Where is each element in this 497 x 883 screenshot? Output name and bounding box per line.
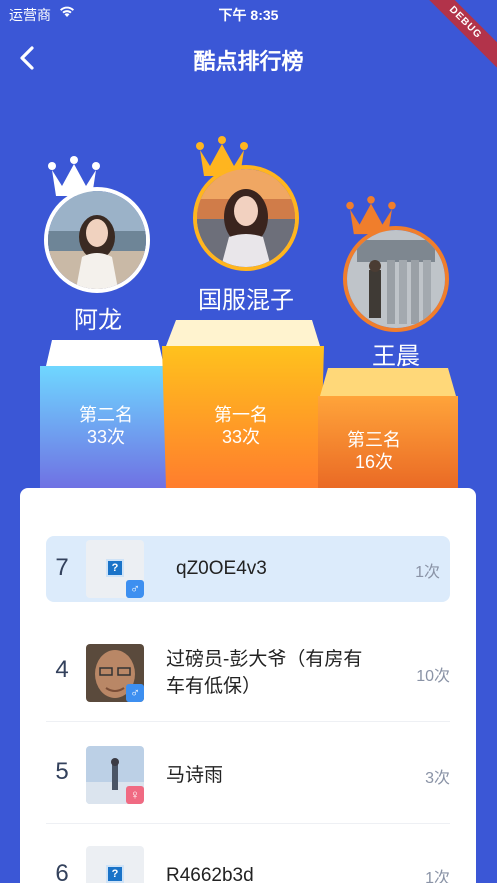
ranking-list-card: 7 ? ♂ qZ0OE4v3 1次 4 ♂ 过磅员-彭大爷（有房有 车有低保） … — [20, 488, 476, 883]
divider — [46, 823, 450, 824]
third-place-label: 第三名 16次 — [328, 429, 420, 473]
click-count: 3次 — [425, 770, 450, 787]
female-icon: ♀ — [126, 786, 144, 804]
male-icon: ♂ — [126, 684, 144, 702]
click-count: 1次 — [415, 564, 440, 581]
list-item[interactable]: 4 ♂ 过磅员-彭大爷（有房有 车有低保） 10次 — [46, 622, 450, 722]
click-count: 10次 — [416, 668, 450, 685]
first-place-avatar[interactable] — [193, 165, 299, 271]
second-place-name: 阿龙 — [74, 307, 122, 334]
third-place-rank-text: 第三名 — [347, 430, 401, 450]
click-count: 1次 — [425, 870, 450, 883]
rank-number: 7 — [55, 554, 69, 581]
user-avatar[interactable]: ? ♂ — [86, 540, 144, 598]
third-place-count: 16次 — [354, 452, 394, 472]
rank-number: 4 — [55, 656, 69, 683]
first-place-count: 33次 — [221, 427, 261, 447]
second-place-count: 33次 — [86, 427, 126, 447]
avatar-photo — [197, 169, 295, 267]
user-name: 过磅员-彭大爷（有房有 车有低保） — [166, 646, 362, 700]
second-place-avatar[interactable] — [44, 187, 150, 293]
first-place-block — [162, 320, 324, 488]
first-place-label: 第一名 33次 — [195, 404, 287, 448]
image-placeholder-icon: ? — [106, 559, 124, 577]
list-item[interactable]: 6 ? ♂ R4662b3d 1次 — [46, 826, 450, 883]
status-bar: 运营商 下午 8:35 — [0, 0, 497, 26]
user-avatar[interactable]: ♀ — [86, 746, 144, 804]
user-name-line: 车有低保） — [166, 676, 262, 697]
user-name: R4662b3d — [166, 865, 254, 883]
first-place-rank-text: 第一名 — [214, 405, 268, 425]
avatar-photo — [347, 230, 445, 328]
second-place-rank-text: 第二名 — [79, 405, 133, 425]
third-place-name: 王晨 — [372, 343, 420, 370]
user-name-line: 过磅员-彭大爷（有房有 — [166, 649, 363, 670]
avatar-photo — [48, 191, 146, 289]
user-avatar[interactable]: ? ♂ — [86, 846, 144, 883]
male-icon: ♂ — [126, 580, 144, 598]
divider — [46, 721, 450, 722]
third-place-avatar[interactable] — [343, 226, 449, 332]
second-place-label: 第二名 33次 — [60, 404, 152, 448]
rank-number: 5 — [55, 758, 69, 785]
list-item[interactable]: 5 ♀ 马诗雨 3次 — [46, 724, 450, 824]
rank-number: 6 — [55, 860, 69, 883]
page-title: 酷点排行榜 — [193, 49, 304, 74]
image-placeholder-icon: ? — [106, 865, 124, 883]
user-name: 马诗雨 — [166, 765, 224, 786]
current-user-row[interactable]: 7 ? ♂ qZ0OE4v3 1次 — [46, 536, 450, 602]
clock: 下午 8:35 — [218, 7, 279, 23]
user-name: qZ0OE4v3 — [176, 558, 267, 579]
first-place-name: 国服混子 — [198, 287, 294, 314]
user-avatar[interactable]: ♂ — [86, 644, 144, 702]
